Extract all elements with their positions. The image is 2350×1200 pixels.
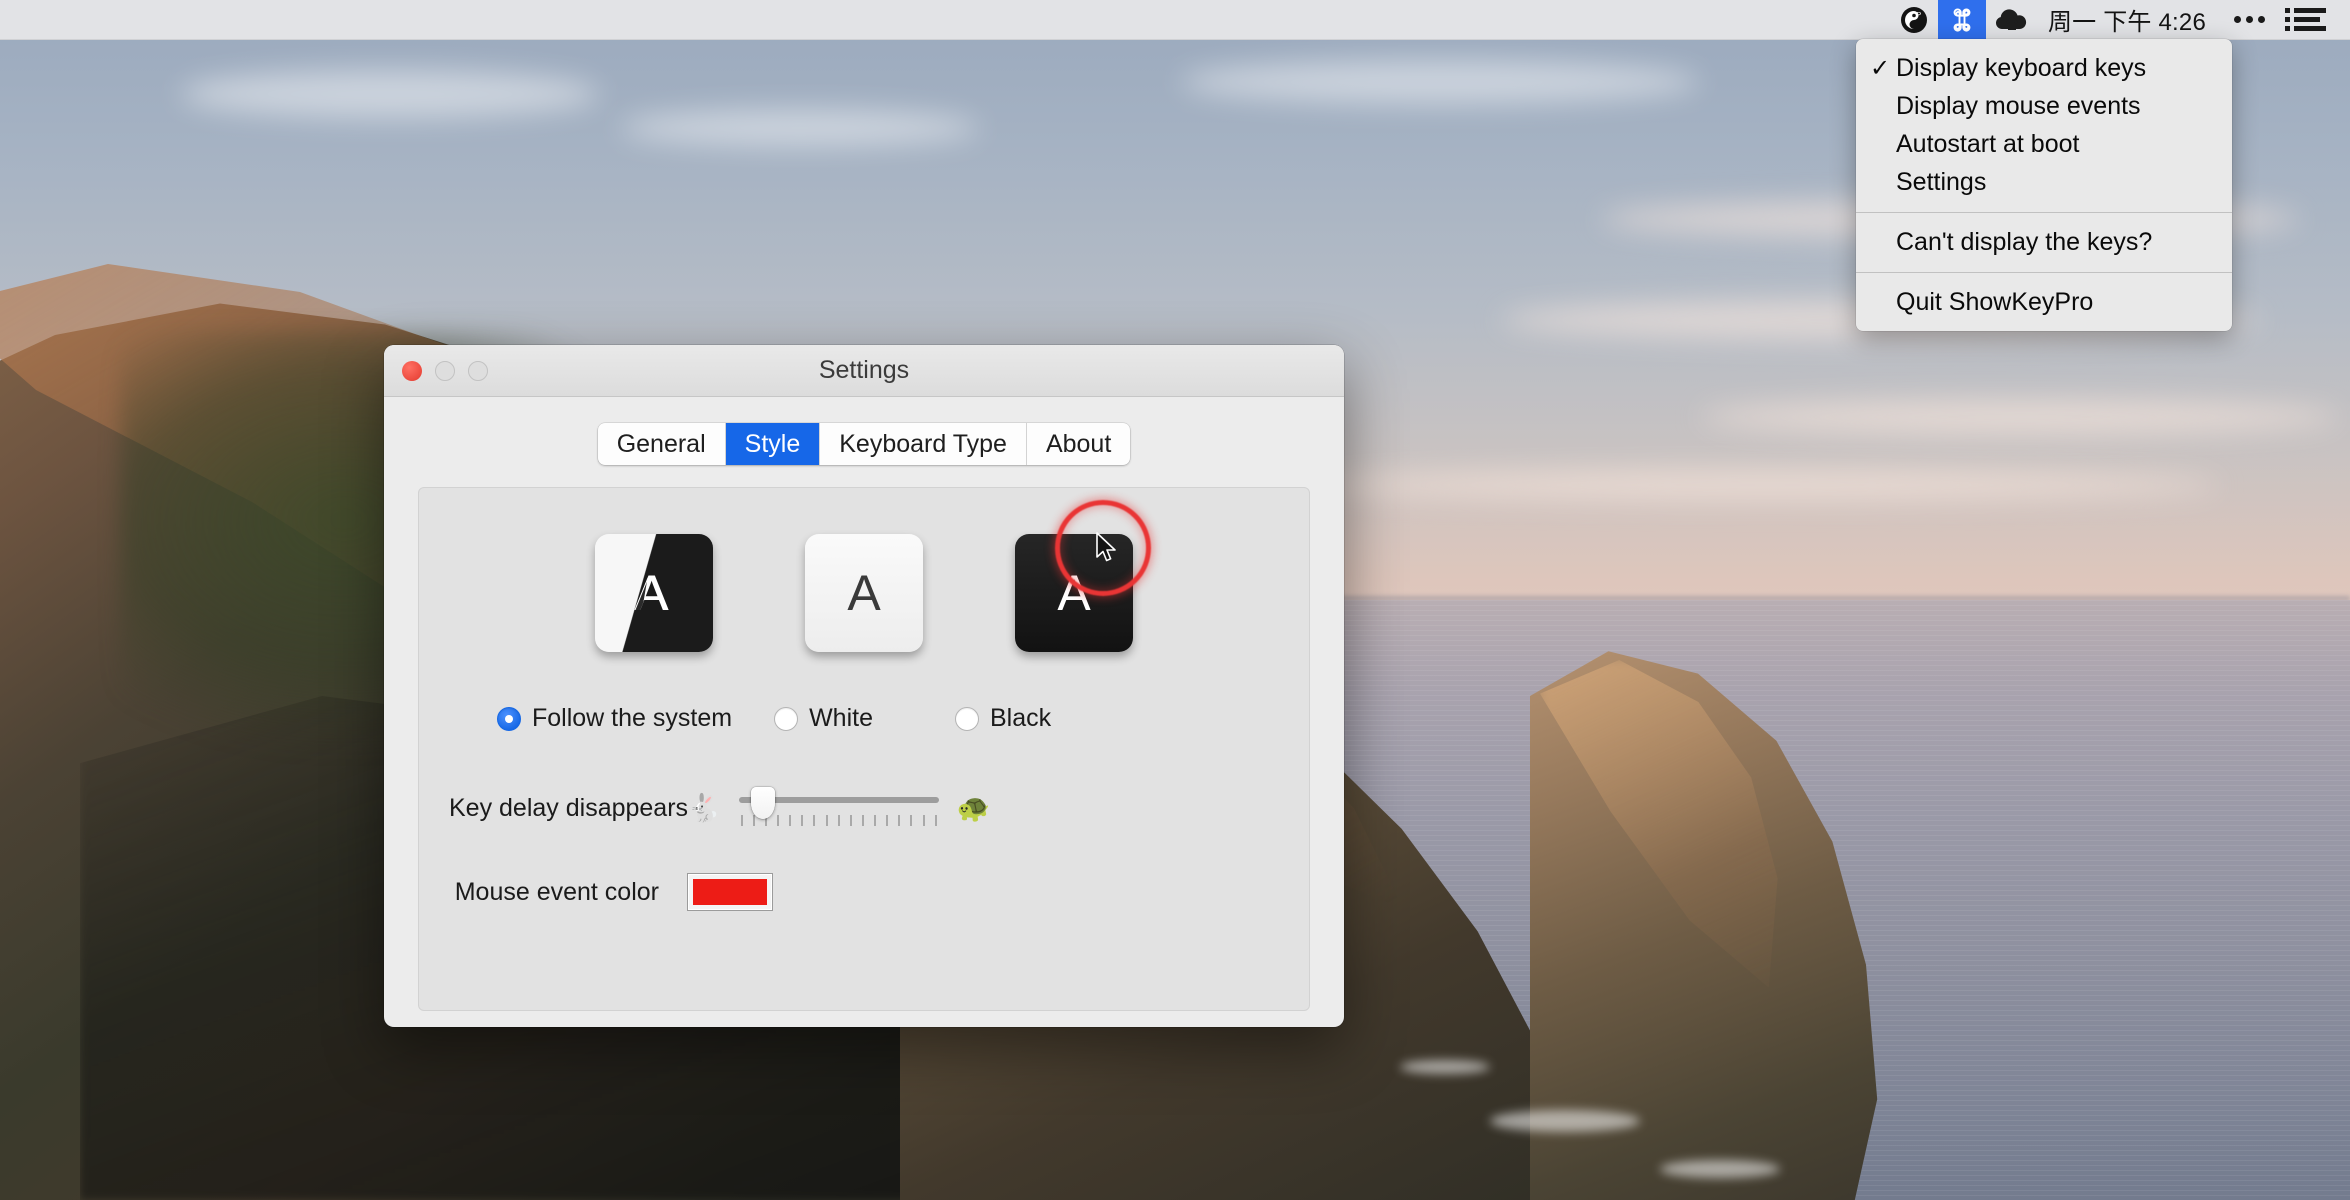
menu-item-autostart-at-boot[interactable]: Autostart at boot xyxy=(1856,125,2232,163)
mouse-event-color-row: Mouse event color xyxy=(449,873,1279,911)
slider-thumb[interactable] xyxy=(750,787,775,819)
style-settings-panel: A A A Follow the system White xyxy=(418,487,1310,1011)
menu-item-display-mouse-events[interactable]: Display mouse events xyxy=(1856,87,2232,125)
slider-ticks xyxy=(740,815,937,826)
menu-item-display-keyboard-keys[interactable]: ✓ Display keyboard keys xyxy=(1856,49,2232,87)
radio-black[interactable]: Black xyxy=(954,704,1052,733)
tab-style[interactable]: Style xyxy=(725,423,821,465)
radio-indicator[interactable] xyxy=(497,706,521,731)
settings-window: Settings General Style Keyboard Type Abo… xyxy=(384,345,1344,1027)
menu-bar: P 周一 下午 4:26 xyxy=(0,0,2350,40)
tab-bar: General Style Keyboard Type About xyxy=(418,423,1310,465)
menu-item-quit[interactable]: Quit ShowKeyPro xyxy=(1856,283,2232,321)
menu-item-label: Can't display the keys? xyxy=(1896,227,2153,256)
tab-general[interactable]: General xyxy=(598,423,726,465)
mouse-event-color-label: Mouse event color xyxy=(454,877,659,906)
cloud-decor xyxy=(1320,470,2220,500)
menu-item-cant-display-keys[interactable]: Can't display the keys? xyxy=(1856,223,2232,261)
theme-radio-group: Follow the system White Black xyxy=(449,704,1279,733)
control-center-icon[interactable] xyxy=(2279,8,2332,31)
menu-item-settings[interactable]: Settings xyxy=(1856,163,2232,201)
style-card-auto[interactable]: A xyxy=(595,534,713,652)
style-card-glyph: A xyxy=(635,564,668,622)
menu-item-label: Display keyboard keys xyxy=(1896,53,2147,82)
menu-separator xyxy=(1856,212,2232,213)
color-well[interactable] xyxy=(687,873,773,911)
sea-foam xyxy=(1660,1160,1780,1178)
tab-about[interactable]: About xyxy=(1027,423,1130,465)
radio-label: Follow the system xyxy=(532,704,733,732)
radio-label: Black xyxy=(989,704,1052,732)
cloud-upload-icon[interactable] xyxy=(1986,0,2038,40)
style-preview-cards: A A A xyxy=(449,534,1279,652)
menu-bar-clock[interactable]: 周一 下午 4:26 xyxy=(2038,2,2220,37)
menu-item-label: Display mouse events xyxy=(1896,91,2141,120)
rabbit-icon: 🐇 xyxy=(687,792,721,823)
key-delay-slider[interactable] xyxy=(738,785,939,831)
radio-white[interactable]: White xyxy=(774,704,873,733)
color-swatch[interactable] xyxy=(693,879,767,905)
ellipsis-icon[interactable] xyxy=(2220,16,2279,23)
cloud-decor xyxy=(1700,400,2340,434)
menu-item-label: Autostart at boot xyxy=(1896,129,2080,158)
style-card-white[interactable]: A xyxy=(805,534,923,652)
sea-foam xyxy=(1400,1060,1490,1074)
svg-text:P: P xyxy=(1916,12,1921,19)
tab-group: General Style Keyboard Type About xyxy=(597,423,1131,465)
status-menu-dropdown: ✓ Display keyboard keys Display mouse ev… xyxy=(1856,39,2232,331)
menu-item-label: Quit ShowKeyPro xyxy=(1896,287,2094,316)
traffic-lights xyxy=(384,360,488,381)
close-button[interactable] xyxy=(402,360,422,381)
cloud-decor xyxy=(180,70,600,118)
key-delay-row: Key delay disappears 🐇 🐢 xyxy=(449,785,1279,831)
mouse-cursor-icon xyxy=(1096,532,1116,562)
radio-follow-the-system[interactable]: Follow the system xyxy=(497,704,732,733)
maximize-button[interactable] xyxy=(468,360,488,381)
menu-separator xyxy=(1856,272,2232,273)
style-card-glyph: A xyxy=(847,565,881,621)
radio-indicator[interactable] xyxy=(954,706,979,731)
window-title: Settings xyxy=(818,356,910,384)
cloud-decor xyxy=(620,110,980,146)
command-key-icon[interactable] xyxy=(1937,0,1986,40)
key-delay-label: Key delay disappears xyxy=(449,793,689,822)
checkmark-icon: ✓ xyxy=(1870,54,1891,82)
turtle-icon: 🐢 xyxy=(956,792,991,823)
sea-foam xyxy=(1490,1110,1640,1132)
radio-indicator[interactable] xyxy=(774,706,799,731)
window-title-bar[interactable]: Settings xyxy=(384,345,1344,397)
app-logo-p-icon[interactable]: P xyxy=(1890,0,1938,40)
menu-item-label: Settings xyxy=(1896,167,1987,196)
window-body: General Style Keyboard Type About A A A xyxy=(384,397,1344,1027)
radio-label: White xyxy=(809,704,873,732)
tab-keyboard-type[interactable]: Keyboard Type xyxy=(820,423,1027,465)
cloud-decor xyxy=(1180,60,1700,104)
minimize-button[interactable] xyxy=(435,360,455,381)
